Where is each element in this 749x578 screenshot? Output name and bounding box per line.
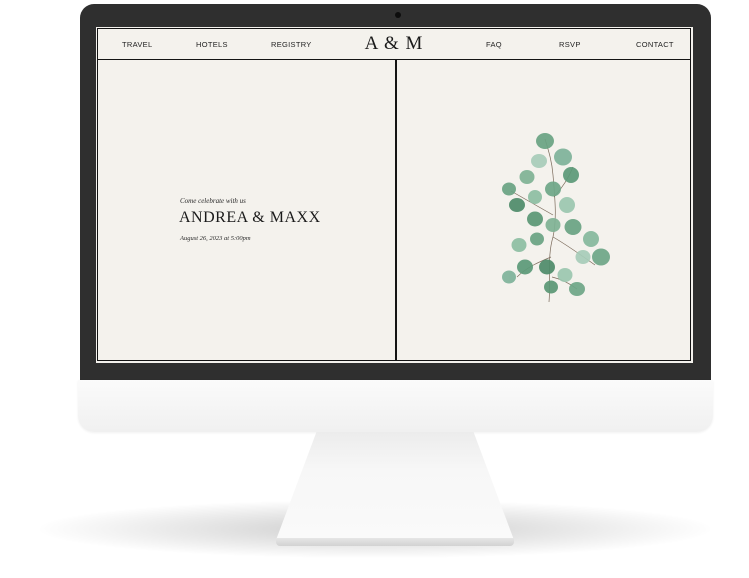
monogram-text[interactable]: A & M bbox=[365, 33, 424, 54]
nav-link-registry[interactable]: REGISTRY bbox=[271, 40, 312, 49]
nav-link-hotels[interactable]: HOTELS bbox=[196, 40, 228, 49]
nav-link-travel[interactable]: TRAVEL bbox=[122, 40, 152, 49]
nav-link-contact[interactable]: CONTACT bbox=[636, 40, 674, 49]
camera-icon bbox=[395, 12, 401, 18]
wedding-website: TRAVEL HOTELS REGISTRY A & M FAQ RSVP CO… bbox=[97, 28, 691, 361]
eucalyptus-illustration bbox=[502, 133, 610, 303]
nav-link-rsvp[interactable]: RSVP bbox=[559, 40, 581, 49]
couple-names: ANDREA & MAXX bbox=[179, 209, 321, 226]
hero-tagline: Come celebrate with us bbox=[180, 197, 246, 205]
desktop-mockup: TRAVEL HOTELS REGISTRY A & M FAQ RSVP CO… bbox=[0, 0, 749, 578]
monitor-base bbox=[276, 538, 514, 546]
monitor-stand bbox=[276, 432, 514, 540]
hero-image-panel bbox=[397, 60, 689, 360]
top-navigation: TRAVEL HOTELS REGISTRY A & M FAQ RSVP CO… bbox=[98, 29, 690, 60]
nav-link-faq[interactable]: FAQ bbox=[486, 40, 502, 49]
hero-text-panel: Come celebrate with us ANDREA & MAXX Aug… bbox=[98, 60, 395, 360]
leaf-cluster bbox=[502, 133, 610, 296]
monogram-logo: A & M bbox=[98, 33, 690, 55]
event-date: August 26, 2023 at 5:00pm bbox=[180, 235, 251, 242]
monitor-chin bbox=[78, 380, 713, 432]
